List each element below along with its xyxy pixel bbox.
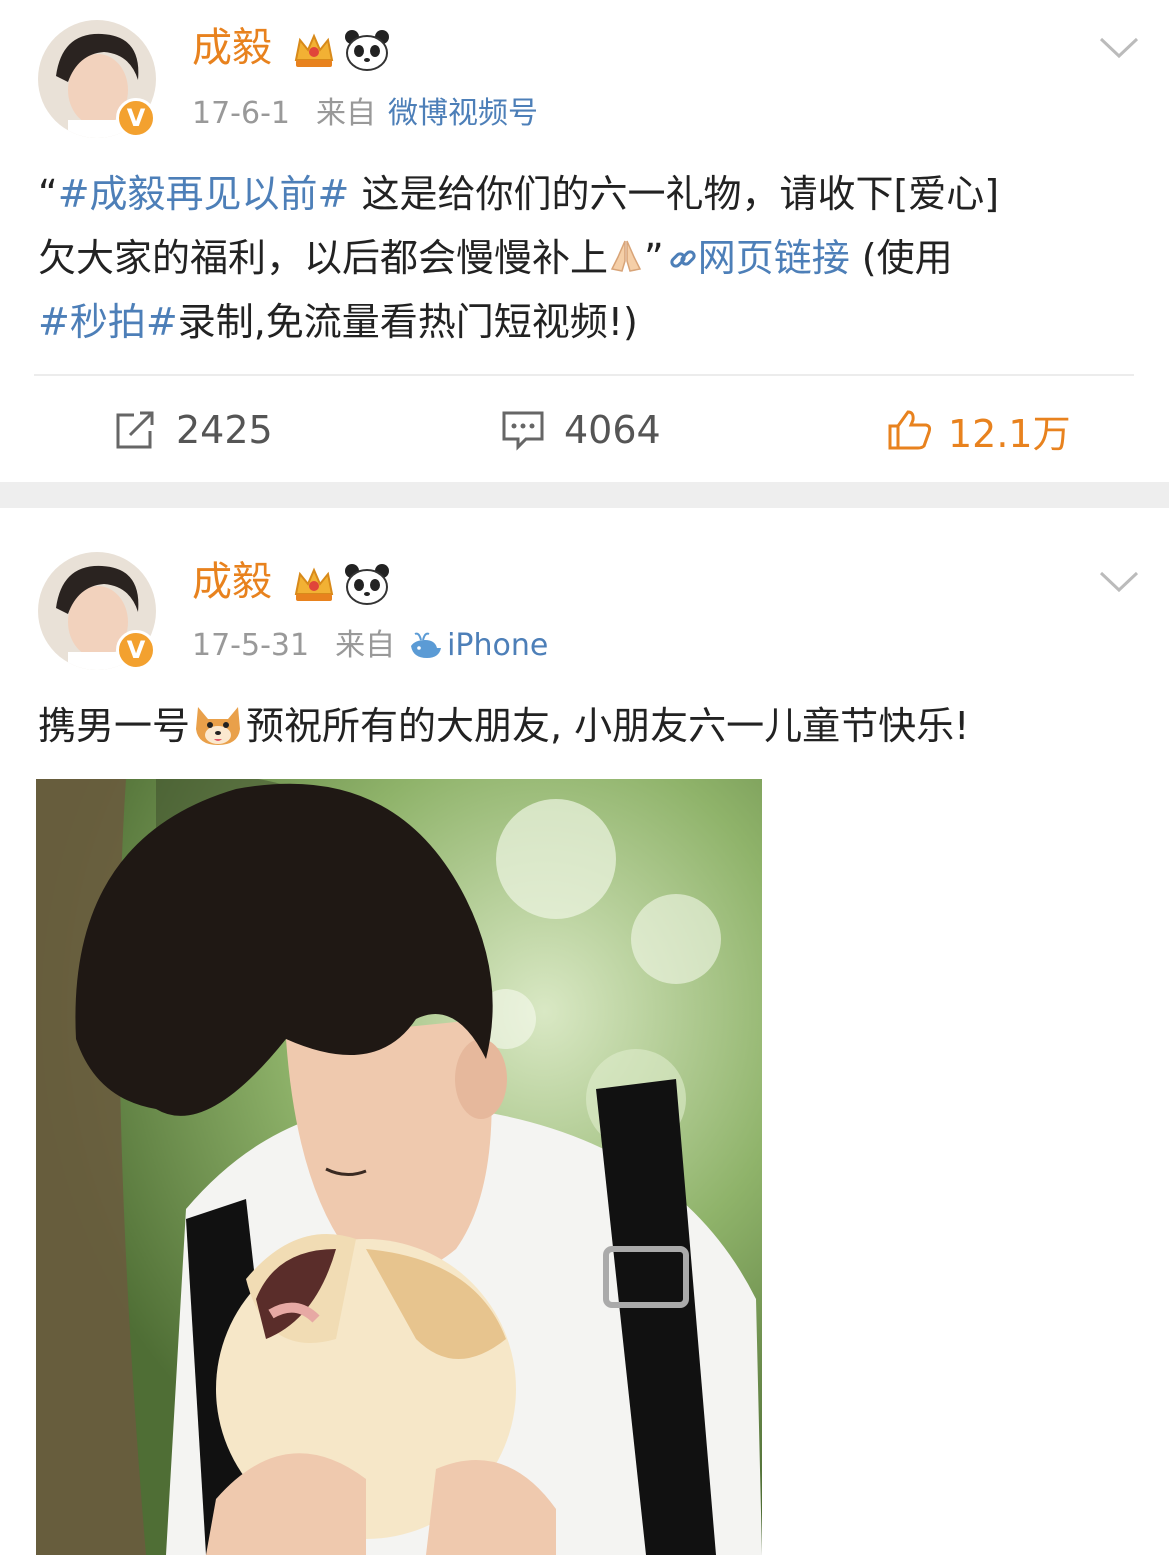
from-label: 来自 <box>335 628 396 663</box>
post-meta: 17-6-1 来自 微博视频号 <box>192 96 538 132</box>
repost-count: 2425 <box>176 408 273 452</box>
verified-badge-icon: V <box>116 98 156 138</box>
text-segment: 这是给你们的六一礼物，请收下[爱心] <box>349 172 1000 216</box>
text-segment: 携男一号 <box>38 704 191 748</box>
username[interactable]: 成毅 <box>192 24 272 72</box>
like-button[interactable]: 12.1万 <box>886 404 1071 456</box>
post-date: 17-5-31 <box>192 628 310 663</box>
repost-button[interactable]: 2425 <box>112 404 273 456</box>
post-photo[interactable] <box>36 779 762 1555</box>
panda-icon <box>345 564 389 605</box>
crown-icon <box>294 33 334 67</box>
post-date: 17-6-1 <box>192 96 290 131</box>
quote-mark: ” <box>644 236 664 280</box>
text-segment: 预祝所有的大朋友, 小朋友六一儿童节快乐! <box>246 704 970 748</box>
comment-button[interactable]: 4064 <box>500 404 661 456</box>
post-source[interactable]: iPhone <box>447 628 548 663</box>
username[interactable]: 成毅 <box>192 558 272 606</box>
panda-icon <box>345 30 389 71</box>
post-source[interactable]: 微博视频号 <box>388 96 538 131</box>
crown-icon <box>294 567 334 601</box>
praying-hands-icon <box>610 240 642 272</box>
shiba-emoji-icon <box>196 707 241 745</box>
post-text: 携男一号 预祝所有的大朋友, 小朋友六一儿童节快乐! <box>38 694 1133 758</box>
chevron-down-icon[interactable] <box>1099 36 1139 60</box>
text-segment: 录制,免流量看热门短视频!) <box>177 300 638 344</box>
weibo-post-1[interactable]: V 成毅 17-6-1 来自 微博视频号 “#成毅再见以前# 这是给你们的六一礼物，… <box>0 0 1169 482</box>
like-icon <box>888 410 932 450</box>
like-count: 12.1万 <box>948 411 1071 456</box>
whale-icon <box>411 632 442 658</box>
text-segment: (使用 <box>849 236 953 280</box>
post-text: “#成毅再见以前# 这是给你们的六一礼物，请收下[爱心] 欠大家的福利，以后都会… <box>38 162 1133 354</box>
link-icon <box>670 250 696 268</box>
weibo-post-2[interactable]: V 成毅 17-5-31 来自 iPhone 携男一号 预祝所有的大朋友, 小朋友六一… <box>0 508 1169 1555</box>
verified-badge-icon: V <box>116 630 156 670</box>
comment-count: 4064 <box>564 408 661 452</box>
repost-icon <box>116 411 154 449</box>
post-meta: 17-5-31 来自 iPhone <box>192 628 548 664</box>
quote-mark: “ <box>38 172 58 216</box>
chevron-down-icon[interactable] <box>1099 570 1139 594</box>
comment-icon <box>502 411 544 451</box>
divider <box>34 374 1134 376</box>
hashtag-link[interactable]: #成毅再见以前# <box>58 172 350 216</box>
web-link[interactable]: 网页链接 <box>664 236 850 280</box>
web-link-label[interactable]: 网页链接 <box>698 236 850 280</box>
text-segment: 欠大家的福利，以后都会慢慢补上 <box>38 236 609 280</box>
post-separator <box>0 482 1169 508</box>
from-label: 来自 <box>316 96 376 131</box>
hashtag-link[interactable]: #秒拍# <box>38 300 178 344</box>
